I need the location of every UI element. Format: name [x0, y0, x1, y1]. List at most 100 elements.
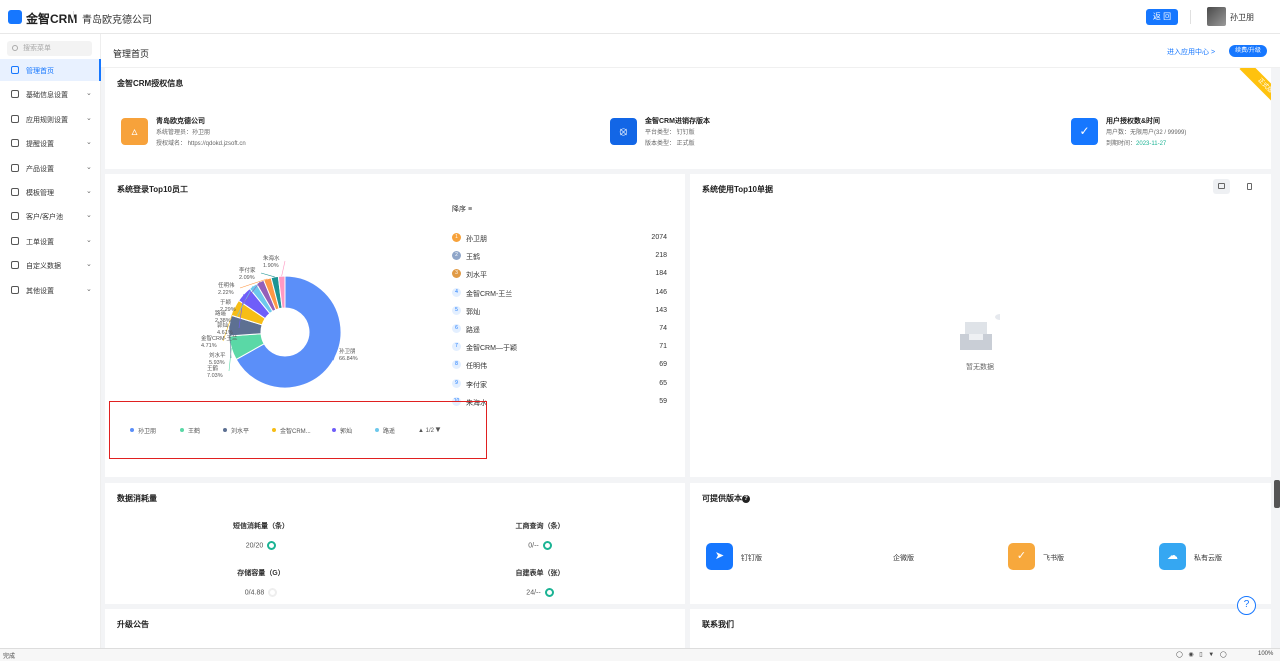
rank-name: 孙卫朋	[466, 236, 487, 243]
edition-label: 钉钉版	[741, 555, 762, 562]
avatar[interactable]	[1207, 7, 1226, 26]
contact-card: 联系我们	[690, 609, 1271, 648]
sort-toggle[interactable]: 降序 ≡	[452, 204, 472, 214]
sidebar-item[interactable]: 模板管理 ⌄	[0, 181, 101, 203]
ticket-icon	[11, 236, 19, 245]
chevron-down-icon: ⌄	[86, 188, 92, 195]
sidebar-item[interactable]: 提醒设置 ⌄	[0, 132, 101, 154]
chevron-down-icon: ⌄	[86, 261, 92, 269]
crm-logo-icon: ⦻	[610, 118, 637, 145]
rank-badge: 8	[452, 360, 461, 370]
metric-label: 短信消耗量（条）	[233, 523, 289, 530]
help-icon[interactable]: ?	[742, 494, 750, 503]
menu-search-input[interactable]: 搜索菜单	[7, 41, 92, 56]
scroll-handle[interactable]	[1274, 480, 1280, 508]
rank-value: 74	[659, 325, 667, 332]
desktop-toggle[interactable]	[1213, 179, 1230, 194]
edition-icon: ➤	[706, 543, 733, 570]
edition-ribbon: 正式版	[1231, 68, 1271, 108]
pie-label-line	[281, 260, 286, 277]
progress-ring	[267, 541, 277, 550]
rank-value: 218	[655, 252, 667, 260]
sidebar-item[interactable]: 工单设置 ⌄	[0, 230, 101, 252]
sidebar-item[interactable]: 基础信息设置 ⌄	[0, 83, 101, 105]
chevron-down-icon: ⌄	[86, 114, 92, 122]
desktop-icon	[1218, 183, 1225, 189]
divider	[1190, 10, 1191, 24]
ranking-row: 8 任明伟 69	[452, 358, 667, 374]
chevron-down-icon: ⌄	[86, 139, 92, 147]
cube-icon	[11, 90, 19, 99]
enter-app-center-link[interactable]: 进入应用中心 >	[1167, 47, 1215, 57]
ranking-row: 6 路遥 74	[452, 322, 667, 338]
edition-icon: ✓	[1008, 543, 1035, 570]
sidebar-item-label: 提醒设置	[26, 141, 54, 149]
pager-prev-icon: ▲	[418, 428, 424, 434]
expiry-date: 2023-11-27	[1136, 141, 1167, 147]
rank-name: 李付家	[466, 381, 487, 389]
home-icon	[11, 66, 19, 74]
help-float-button[interactable]: ?	[1237, 596, 1256, 615]
rank-badge: 5	[452, 305, 461, 315]
sidebar-item[interactable]: 产品设置 ⌄	[0, 157, 101, 179]
legend-pager[interactable]: ▲ 1/2▼	[418, 425, 442, 434]
search-placeholder: 搜索菜单	[23, 45, 51, 52]
rank-badge: 2	[452, 251, 461, 261]
rank-badge: 6	[452, 324, 461, 333]
pie-label-value: 2.38%	[215, 318, 231, 324]
gear-icon	[11, 163, 19, 172]
edition-icon	[858, 543, 885, 570]
usage-metric: 短信消耗量（条） 20/20	[191, 521, 331, 550]
rank-value: 65	[659, 379, 667, 387]
editions-title: 可提供版本?	[702, 493, 750, 504]
editions-card: 可提供版本? ➤ 钉钉版 企微版 ✓ 飞书版 ☁ 私有云版	[690, 483, 1271, 604]
sidebar-item-label: 产品设置	[26, 165, 54, 173]
top-bar: 金智CRM 青岛欧克德公司 返 回 孙卫朋	[0, 0, 1280, 34]
edition-icon: ☁	[1159, 543, 1186, 570]
sidebar-item-label: 模板管理	[26, 190, 54, 197]
sidebar-item[interactable]: 客户/客户池 ⌄	[0, 205, 101, 227]
sidebar-item[interactable]: 管理首页	[0, 59, 101, 81]
rank-name: 路遥	[466, 327, 480, 334]
license-card: 金智CRM授权信息 正式版 ▵ 青岛欧克德公司 系统管理员：孙卫朋 授权域名： …	[105, 68, 1271, 169]
org-icon: ▵	[121, 118, 148, 145]
sort-icon: ≡	[467, 206, 473, 213]
chevron-down-icon: ⌄	[86, 90, 92, 98]
sidebar-item[interactable]: 其他设置 ⌄	[0, 279, 101, 301]
sidebar-item-label: 基础信息设置	[26, 92, 68, 100]
rank-badge: 9	[452, 378, 461, 388]
renew-upgrade-button[interactable]: 续费/升级	[1229, 45, 1267, 57]
rank-value: 2074	[651, 234, 667, 241]
pie-label-value: 7.03%	[207, 373, 223, 379]
sidebar-item-label: 工单设置	[26, 238, 54, 246]
rank-name: 金智CRM-王兰	[466, 290, 513, 298]
sidebar-item[interactable]: 应用规则设置 ⌄	[0, 108, 101, 130]
ranking-row: 3 刘水平 184	[452, 267, 667, 283]
user-name[interactable]: 孙卫朋	[1230, 12, 1254, 23]
company-name: 青岛欧克德公司	[82, 15, 152, 26]
zoom-level[interactable]: 100%	[1258, 651, 1273, 657]
pie-label-line	[228, 348, 232, 372]
pie-label: 于颖	[220, 298, 232, 306]
mobile-toggle[interactable]	[1241, 179, 1258, 194]
back-button[interactable]: 返 回	[1146, 9, 1178, 25]
pie-label: 李付家	[239, 266, 256, 274]
sidebar-item[interactable]: 自定义数据 ⌄	[0, 254, 101, 276]
pie-label-value: 5.93%	[209, 360, 225, 366]
metric-label: 工商查询（条）	[515, 523, 565, 530]
notice-title: 升级公告	[117, 620, 149, 629]
chevron-down-icon: ⌄	[86, 163, 92, 171]
usage-metric: 自建表单（张） 24/--	[470, 568, 610, 597]
rank-name: 王鹤	[466, 254, 480, 262]
ranking-row: 7 金智CRM—于颖 71	[452, 340, 667, 356]
sidebar-item-label: 其他设置	[26, 287, 54, 295]
rank-name: 任明伟	[466, 363, 487, 371]
pie-label: 朱海水	[263, 254, 280, 262]
chevron-down-icon: ⌄	[86, 236, 92, 244]
sidebar-item-label: 应用规则设置	[26, 116, 68, 124]
contact-title: 联系我们	[702, 620, 734, 629]
ranking-row: 2 王鹤 218	[452, 249, 667, 265]
pie-label-value: 2.22%	[218, 290, 234, 296]
tools-icon	[11, 261, 19, 270]
edition-label: 私有云版	[1194, 555, 1222, 562]
